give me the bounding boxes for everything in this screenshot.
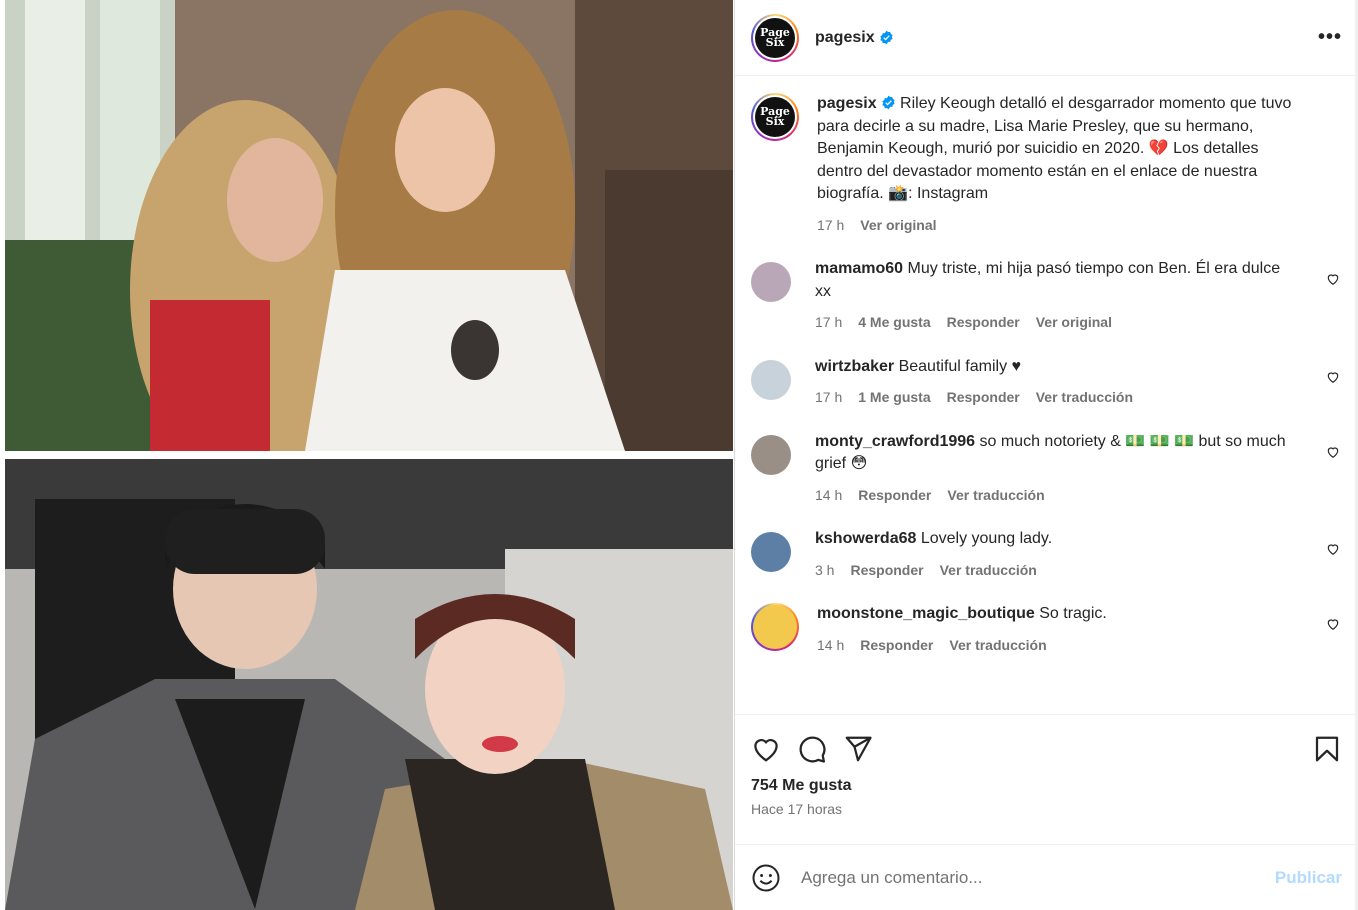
share-icon[interactable]	[843, 734, 873, 764]
translate-button[interactable]: Ver original	[1036, 311, 1112, 334]
caption-text: Riley Keough detalló el desgarrador mome…	[817, 95, 1292, 202]
commenter-username[interactable]: moonstone_magic_boutique	[817, 605, 1035, 622]
post-media[interactable]	[0, 0, 734, 910]
reply-button[interactable]: Responder	[860, 634, 933, 657]
post-actions: 754 Me gusta Hace 17 horas	[735, 714, 1358, 844]
more-options-icon[interactable]: •••	[1318, 26, 1342, 49]
heart-icon[interactable]	[751, 734, 781, 764]
heart-icon[interactable]	[1326, 445, 1340, 459]
translate-button[interactable]: Ver traducción	[949, 634, 1046, 657]
commenter-username[interactable]: monty_crawford1996	[815, 433, 975, 450]
comment-text: So tragic.	[1034, 605, 1107, 622]
commenter-avatar[interactable]	[751, 434, 791, 475]
photo-son-and-mother	[5, 459, 733, 910]
translate-button[interactable]: Ver traducción	[940, 559, 1037, 582]
verified-badge-icon	[881, 95, 895, 110]
caption-avatar[interactable]: Page Six	[751, 93, 799, 141]
photo-mother-and-daughter	[5, 0, 733, 451]
translate-button[interactable]: Ver traducción	[947, 484, 1044, 507]
post-details-panel: Page Six pagesix ••• Page Six pagesix Ri…	[734, 0, 1358, 910]
comment-likes[interactable]: 4 Me gusta	[858, 311, 930, 334]
publish-button[interactable]: Publicar	[1275, 868, 1342, 888]
emoji-icon[interactable]	[751, 863, 781, 893]
comment-composer: Publicar	[735, 844, 1358, 910]
heart-icon[interactable]	[1326, 370, 1340, 384]
commenter-username[interactable]: kshowerda68	[815, 530, 916, 547]
reply-button[interactable]: Responder	[947, 311, 1020, 334]
post-time[interactable]: Hace 17 horas	[751, 801, 1342, 817]
commenter-avatar[interactable]	[751, 359, 791, 400]
commenter-avatar[interactable]	[751, 262, 791, 302]
comment-likes[interactable]: 1 Me gusta	[858, 386, 930, 409]
instagram-post-modal: Page Six pagesix ••• Page Six pagesix Ri…	[0, 0, 1358, 910]
comment-text: Beautiful family ♥	[894, 357, 1022, 375]
translate-button[interactable]: Ver traducción	[1036, 386, 1133, 409]
comment-time[interactable]: 17 h	[815, 311, 842, 334]
comment-time[interactable]: 14 h	[817, 634, 844, 657]
commenter-username[interactable]: mamamo60	[815, 260, 903, 277]
author-avatar[interactable]: Page Six	[751, 13, 799, 62]
pagesix-logo: Page Six	[755, 97, 795, 137]
commenter-username[interactable]: wirtzbaker	[815, 358, 894, 375]
reply-button[interactable]: Responder	[850, 559, 923, 582]
reply-button[interactable]: Responder	[858, 484, 931, 507]
comment-time[interactable]: 17 h	[815, 386, 842, 409]
comment-time[interactable]: 14 h	[815, 484, 842, 507]
comment-item: moonstone_magic_boutique So tragic. 14 h…	[751, 603, 1342, 656]
commenter-avatar[interactable]	[751, 603, 799, 651]
commenter-avatar[interactable]	[751, 532, 791, 572]
see-original-button[interactable]: Ver original	[860, 214, 936, 237]
likes-count[interactable]: 754 Me gusta	[751, 777, 1342, 795]
post-caption: Page Six pagesix Riley Keough detalló el…	[751, 93, 1342, 236]
verified-badge-icon	[879, 30, 893, 45]
caption-username[interactable]: pagesix	[817, 95, 877, 112]
comments-list[interactable]: Page Six pagesix Riley Keough detalló el…	[735, 77, 1358, 714]
comment-item: monty_crawford1996 so much notoriety & 💵…	[751, 431, 1342, 507]
comment-item: mamamo60 Muy triste, mi hija pasó tiempo…	[751, 258, 1342, 334]
heart-icon[interactable]	[1326, 272, 1340, 286]
comment-item: kshowerda68 Lovely young lady. 3 h Respo…	[751, 528, 1342, 581]
comment-item: wirtzbaker Beautiful family ♥ 17 h 1 Me …	[751, 356, 1342, 409]
heart-icon[interactable]	[1326, 617, 1340, 631]
comment-icon[interactable]	[797, 734, 827, 764]
pagesix-logo: Page Six	[755, 17, 795, 58]
heart-icon[interactable]	[1326, 542, 1340, 556]
comment-input[interactable]	[801, 867, 1275, 888]
post-header: Page Six pagesix •••	[735, 0, 1358, 76]
bookmark-icon[interactable]	[1312, 734, 1342, 764]
author-username[interactable]: pagesix	[815, 29, 894, 47]
caption-time[interactable]: 17 h	[817, 214, 844, 237]
collage-divider	[5, 451, 733, 459]
comment-time[interactable]: 3 h	[815, 559, 834, 582]
comment-text: Lovely young lady.	[916, 530, 1053, 547]
reply-button[interactable]: Responder	[947, 386, 1020, 409]
